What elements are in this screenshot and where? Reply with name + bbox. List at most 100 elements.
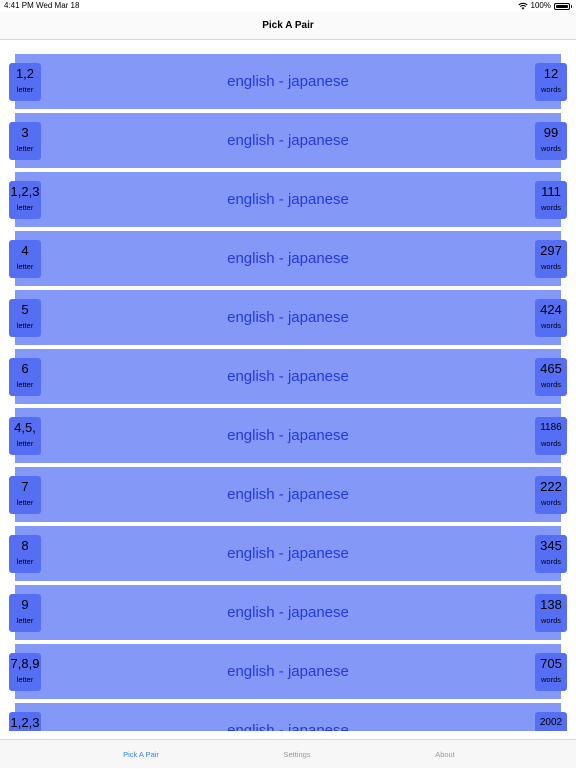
tab-bar: Pick A Pair Settings About [0, 739, 576, 768]
letter-value: 6 [21, 361, 29, 376]
word-count-badge: 424 words [535, 299, 567, 337]
letter-badge: 1,2,3 [9, 712, 41, 731]
status-time: 4:41 PM [4, 1, 34, 10]
list-item[interactable]: english - japanese 4,5, letter 1186 word… [9, 408, 567, 463]
letter-label: letter [16, 321, 34, 330]
word-count: 705 [540, 656, 562, 671]
letter-badge: 3 letter [9, 122, 41, 160]
word-label: words [540, 675, 561, 684]
tab-pick-a-pair[interactable]: Pick A Pair [81, 740, 201, 769]
word-count-badge: 345 words [535, 535, 567, 573]
word-count: 424 [540, 302, 562, 317]
letter-label: letter [16, 557, 34, 566]
letter-value: 8 [21, 538, 29, 553]
letter-label: letter [16, 85, 34, 94]
tab-about[interactable]: About [385, 740, 505, 769]
letter-badge: 5 letter [9, 299, 41, 337]
word-count: 1186 [540, 422, 562, 433]
letter-badge: 1,2,3 letter [9, 181, 41, 219]
list-item[interactable]: english - japanese 1,2,3 2002 [9, 703, 567, 731]
pair-title: english - japanese [227, 73, 349, 90]
navigation-bar: Pick A Pair [0, 12, 576, 40]
list-item[interactable]: english - japanese 7 letter 222 words [9, 467, 567, 522]
word-count-badge: 12 words [535, 63, 567, 101]
word-label: words [540, 380, 561, 389]
pair-title: english - japanese [227, 250, 349, 267]
list-item[interactable]: english - japanese 7,8,9 letter 705 word… [9, 644, 567, 699]
letter-label: letter [16, 498, 34, 507]
letter-label: letter [16, 675, 34, 684]
letter-badge: 8 letter [9, 535, 41, 573]
status-bar: 4:41 PM Wed Mar 18 100% [0, 0, 576, 12]
letter-value: 9 [21, 597, 29, 612]
letter-label: letter [16, 439, 34, 448]
word-count-badge: 111 words [535, 181, 567, 219]
list-item[interactable]: english - japanese 8 letter 345 words [9, 526, 567, 581]
page-title: Pick A Pair [262, 20, 314, 31]
pair-title: english - japanese [227, 604, 349, 621]
word-label: words [540, 616, 561, 625]
pair-title: english - japanese [227, 545, 349, 562]
letter-badge: 6 letter [9, 358, 41, 396]
pair-title: english - japanese [227, 368, 349, 385]
word-count-badge: 99 words [535, 122, 567, 160]
word-label: words [540, 498, 561, 507]
letter-value: 1,2,3 [10, 715, 40, 730]
word-count-badge: 465 words [535, 358, 567, 396]
pair-title: english - japanese [227, 427, 349, 444]
letter-badge: 1,2 letter [9, 63, 41, 101]
word-label: words [540, 321, 561, 330]
word-count-badge: 222 words [535, 476, 567, 514]
list-item[interactable]: english - japanese 1,2 letter 12 words [9, 54, 567, 109]
word-count: 465 [540, 361, 562, 376]
battery-icon [554, 2, 572, 10]
letter-value: 4,5, [14, 420, 36, 435]
wifi-icon [517, 2, 528, 10]
word-label: words [540, 557, 561, 566]
letter-value: 7,8,9 [10, 656, 40, 671]
word-count: 2002 [539, 717, 563, 728]
letter-badge: 7,8,9 letter [9, 653, 41, 691]
word-count: 297 [540, 243, 562, 258]
letter-badge: 4,5, letter [9, 417, 41, 455]
letter-value: 3 [21, 125, 29, 140]
list-item[interactable]: english - japanese 3 letter 99 words [9, 113, 567, 168]
word-count-badge: 705 words [535, 653, 567, 691]
word-count-badge: 1186 words [535, 417, 567, 455]
word-count: 111 [541, 184, 561, 199]
list-item[interactable]: english - japanese 4 letter 297 words [9, 231, 567, 286]
letter-value: 7 [21, 479, 29, 494]
pair-title: english - japanese [227, 191, 349, 208]
battery-percent: 100% [530, 1, 551, 10]
word-label: words [540, 262, 561, 271]
letter-badge: 7 letter [9, 476, 41, 514]
list-item[interactable]: english - japanese 1,2,3 letter 111 word… [9, 172, 567, 227]
word-count: 345 [540, 538, 562, 553]
word-count-badge: 297 words [535, 240, 567, 278]
word-label: words [540, 144, 561, 153]
status-right: 100% [517, 0, 572, 12]
pair-title: english - japanese [227, 722, 349, 731]
word-label: words [540, 85, 561, 94]
letter-value: 4 [21, 243, 29, 258]
letter-label: letter [16, 616, 34, 625]
word-count: 99 [543, 125, 559, 140]
pair-list[interactable]: english - japanese 1,2 letter 12 words e… [0, 41, 576, 731]
list-item[interactable]: english - japanese 9 letter 138 words [9, 585, 567, 640]
word-count: 12 [543, 66, 559, 81]
letter-value: 1,2 [15, 66, 35, 81]
word-count: 138 [540, 597, 562, 612]
list-item[interactable]: english - japanese 6 letter 465 words [9, 349, 567, 404]
word-count-badge: 2002 [535, 712, 567, 731]
letter-value: 1,2,3 [10, 184, 40, 199]
pair-title: english - japanese [227, 486, 349, 503]
word-count: 222 [540, 479, 562, 494]
letter-label: letter [16, 262, 34, 271]
word-label: words [540, 203, 561, 212]
pair-title: english - japanese [227, 132, 349, 149]
pair-title: english - japanese [227, 309, 349, 326]
letter-label: letter [16, 144, 34, 153]
list-item[interactable]: english - japanese 5 letter 424 words [9, 290, 567, 345]
tab-settings[interactable]: Settings [237, 740, 357, 769]
pair-title: english - japanese [227, 663, 349, 680]
